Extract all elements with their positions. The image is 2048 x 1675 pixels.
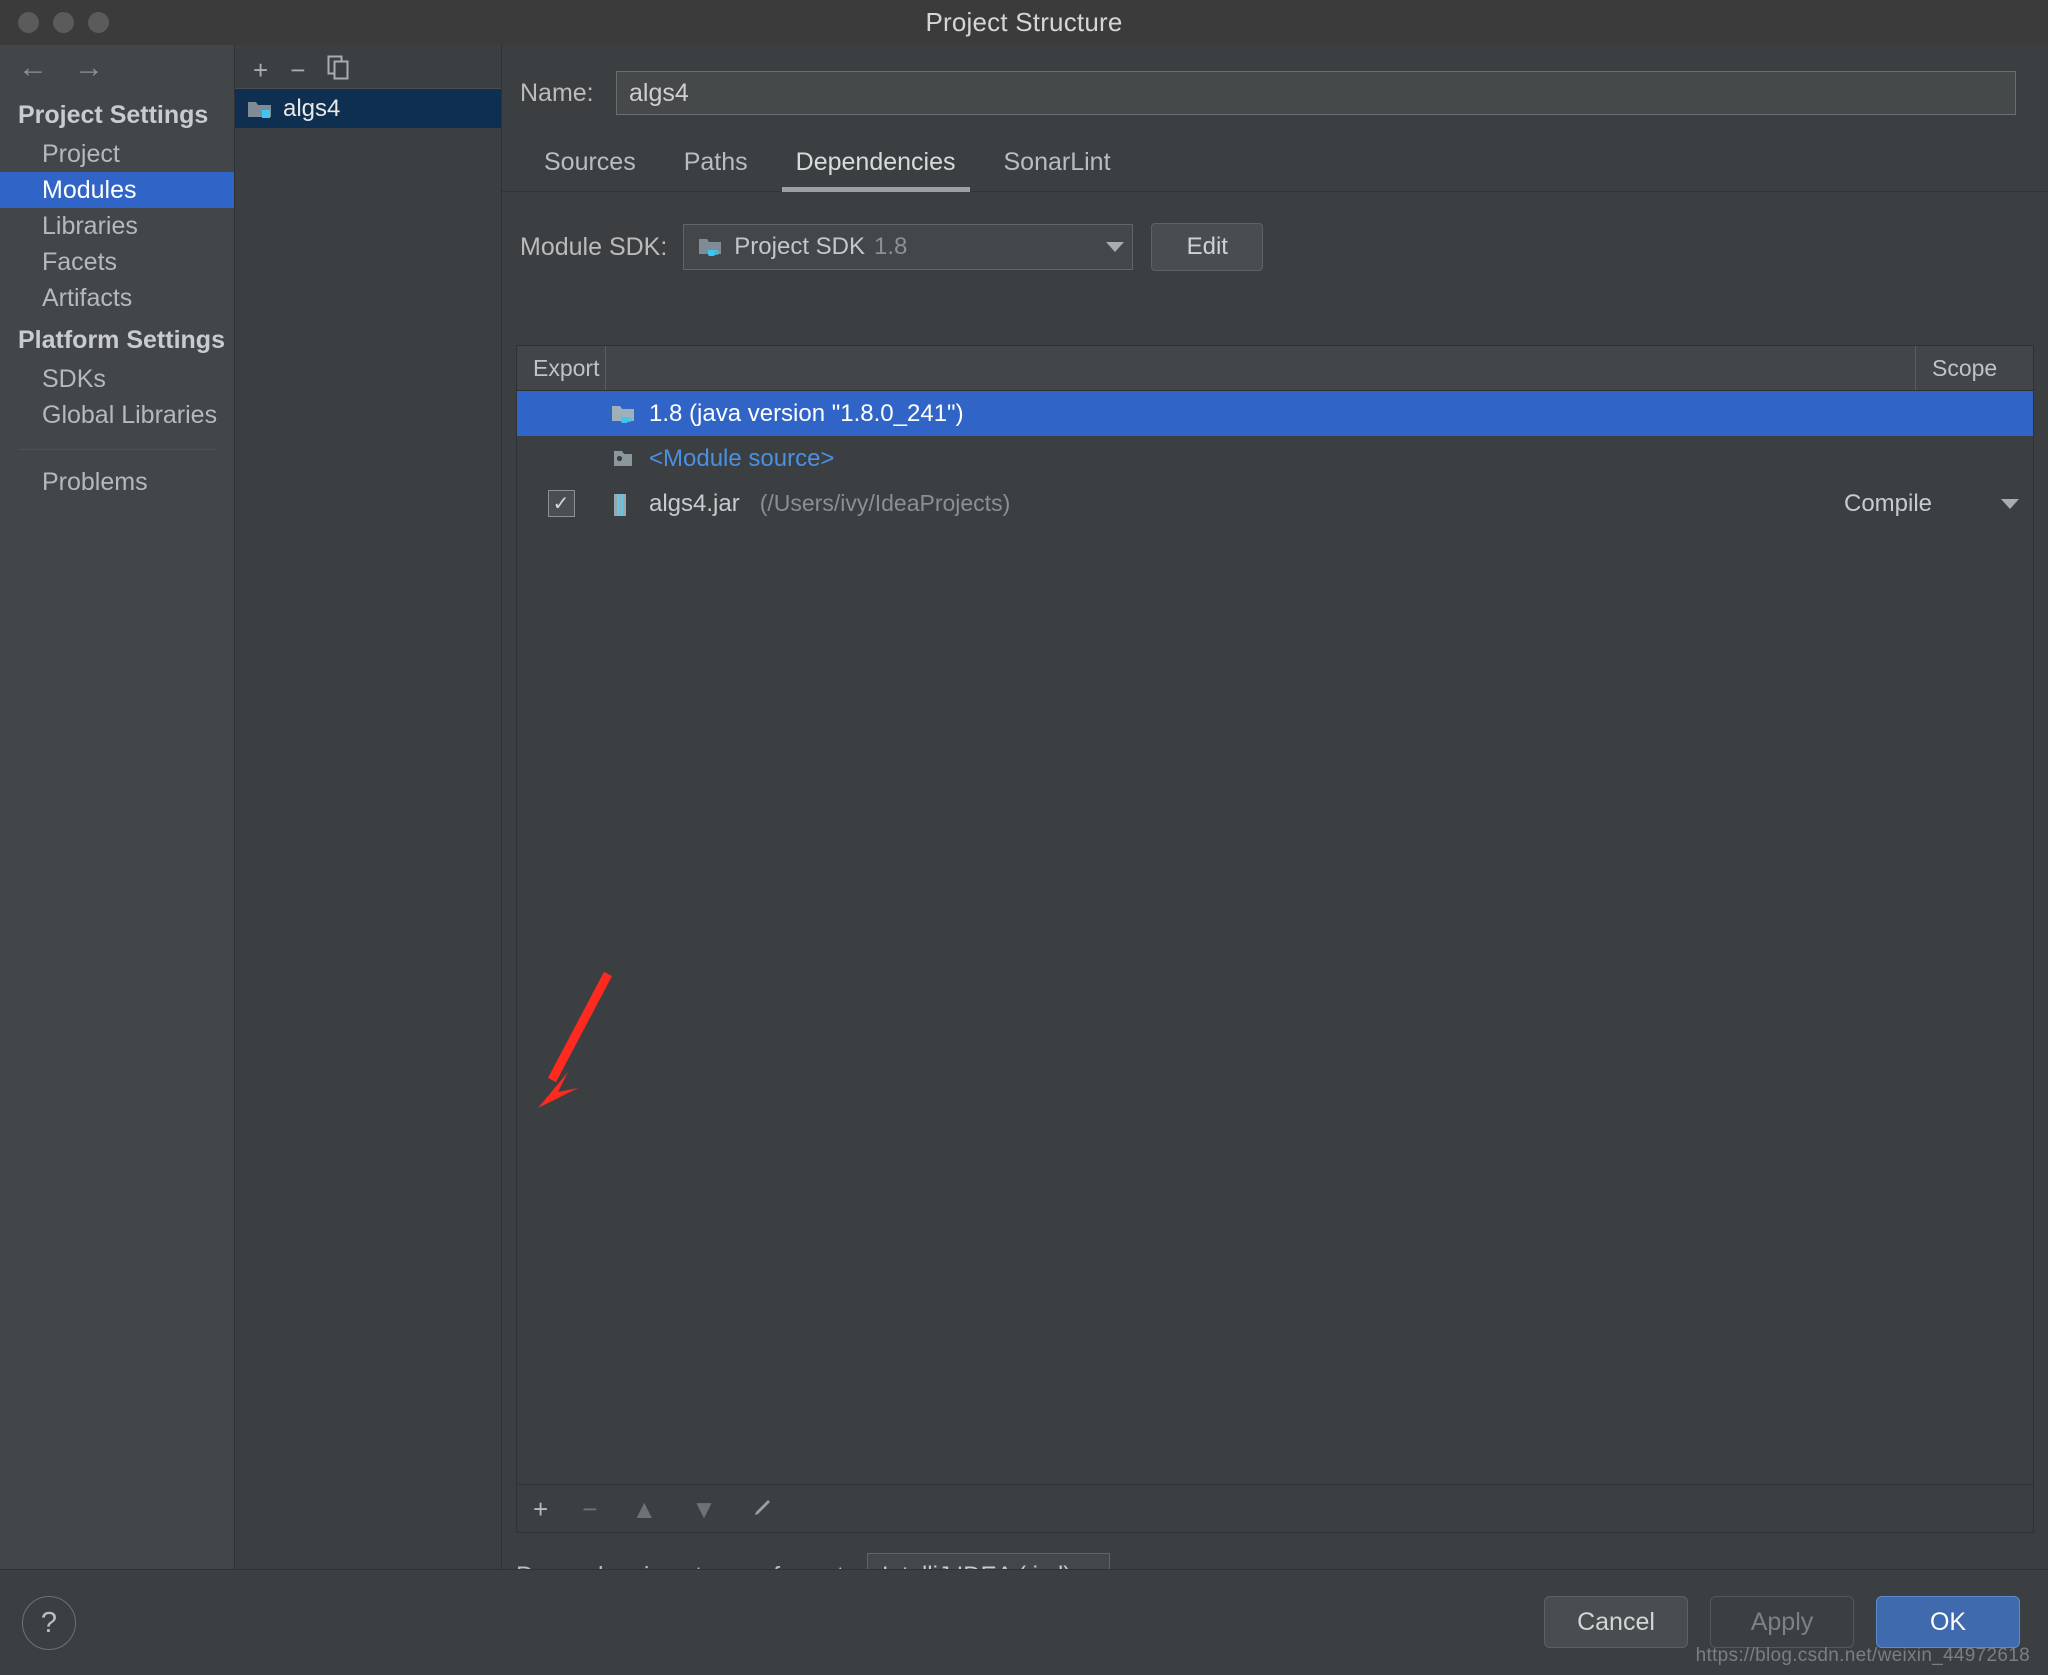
scope-cell[interactable]: Compile bbox=[1844, 490, 2033, 518]
column-header-scope: Scope bbox=[1915, 346, 2033, 390]
modules-toolbar: + − bbox=[235, 45, 501, 89]
dialog-footer: ? Cancel Apply OK https://blog.csdn.net/… bbox=[0, 1569, 2048, 1675]
sidebar-item-global-libraries[interactable]: Global Libraries bbox=[0, 397, 234, 433]
jar-icon bbox=[611, 493, 637, 516]
cancel-button[interactable]: Cancel bbox=[1544, 1596, 1688, 1648]
dependency-name: algs4.jar bbox=[649, 489, 740, 517]
tab-sources[interactable]: Sources bbox=[520, 148, 660, 191]
sidebar-group-project-settings: Project Settings bbox=[18, 101, 209, 129]
column-header-name bbox=[605, 346, 1915, 390]
module-sdk-version: 1.8 bbox=[874, 233, 908, 260]
table-row[interactable]: 1.8 (java version "1.8.0_241") bbox=[517, 391, 2033, 436]
sidebar-group-platform-settings: Platform Settings bbox=[18, 326, 225, 354]
edit-pencil-icon[interactable] bbox=[751, 1495, 775, 1523]
name-label: Name: bbox=[520, 78, 594, 107]
column-header-export: Export bbox=[533, 354, 600, 381]
apply-button[interactable]: Apply bbox=[1710, 1596, 1854, 1648]
module-editor-panel: Name: algs4 Sources Paths Dependencies S… bbox=[502, 45, 2048, 1599]
title-bar: Project Structure bbox=[0, 0, 2048, 46]
add-dependency-icon[interactable]: + bbox=[533, 1496, 548, 1522]
table-row[interactable]: <Module source> bbox=[517, 436, 2033, 481]
zoom-button[interactable] bbox=[88, 12, 109, 33]
copy-module-icon[interactable] bbox=[327, 55, 351, 85]
edit-sdk-button[interactable]: Edit bbox=[1151, 223, 1264, 271]
export-cell[interactable]: ✓ bbox=[517, 490, 605, 517]
dependencies-table: Export Scope 1.8 (java version "1.8.0_24… bbox=[516, 345, 2034, 1485]
settings-sidebar: ← → Project Settings Project Modules Lib… bbox=[0, 45, 235, 1569]
sidebar-item-modules[interactable]: Modules bbox=[0, 172, 234, 208]
tab-dependencies[interactable]: Dependencies bbox=[772, 148, 980, 192]
dialog-buttons: Cancel Apply OK bbox=[1544, 1596, 2020, 1648]
module-sdk-select[interactable]: Project SDK 1.8 bbox=[683, 224, 1134, 270]
sidebar-item-artifacts[interactable]: Artifacts bbox=[0, 280, 234, 316]
move-up-icon[interactable]: ▲ bbox=[631, 1496, 657, 1522]
remove-dependency-icon[interactable]: − bbox=[582, 1496, 597, 1522]
dependency-name: 1.8 (java version "1.8.0_241") bbox=[649, 399, 964, 427]
table-row[interactable]: ✓ algs4.jar (/Users/ivy/IdeaProjects) Co… bbox=[517, 481, 2033, 526]
export-checkbox[interactable]: ✓ bbox=[547, 490, 575, 517]
module-folder-icon bbox=[247, 98, 273, 120]
sidebar-item-problems[interactable]: Problems bbox=[0, 464, 234, 500]
scope-value: Compile bbox=[1844, 489, 1933, 517]
forward-arrow-icon[interactable]: → bbox=[74, 53, 104, 83]
ok-button[interactable]: OK bbox=[1876, 1596, 2020, 1648]
dependency-name-cell: <Module source> bbox=[605, 445, 1844, 473]
tab-sonarlint[interactable]: SonarLint bbox=[980, 148, 1135, 191]
table-header: Export Scope bbox=[517, 346, 2033, 391]
remove-module-icon[interactable]: − bbox=[290, 57, 305, 83]
help-button[interactable]: ? bbox=[22, 1596, 76, 1650]
close-button[interactable] bbox=[18, 12, 39, 33]
move-down-icon[interactable]: ▼ bbox=[691, 1496, 717, 1522]
sidebar-divider bbox=[18, 449, 216, 450]
window-controls bbox=[18, 0, 109, 45]
sidebar-item-facets[interactable]: Facets bbox=[0, 244, 234, 280]
module-sdk-row: Module SDK: Project SDK 1.8 Edit bbox=[502, 220, 2048, 274]
window-title: Project Structure bbox=[925, 7, 1123, 37]
jdk-folder-icon bbox=[698, 236, 724, 258]
module-sdk-value: Project SDK bbox=[734, 233, 866, 260]
dependencies-toolbar: + − ▲ ▼ bbox=[516, 1485, 2034, 1533]
modules-list: algs4 bbox=[235, 89, 501, 128]
module-name: algs4 bbox=[283, 94, 341, 122]
dependency-name: <Module source> bbox=[649, 444, 835, 472]
list-item[interactable]: algs4 bbox=[235, 89, 501, 128]
jdk-folder-icon bbox=[611, 403, 637, 425]
module-name-row: Name: algs4 bbox=[502, 45, 2048, 121]
project-structure-window: Project Structure ← → Project Settings P… bbox=[0, 0, 2048, 1675]
back-arrow-icon[interactable]: ← bbox=[18, 53, 48, 83]
module-tabs: Sources Paths Dependencies SonarLint bbox=[502, 135, 2048, 192]
sidebar-navigation: ← → bbox=[0, 45, 234, 91]
sidebar-item-libraries[interactable]: Libraries bbox=[0, 208, 234, 244]
tab-paths[interactable]: Paths bbox=[660, 148, 772, 191]
sidebar-item-project[interactable]: Project bbox=[0, 136, 234, 172]
chevron-down-icon[interactable] bbox=[2001, 498, 2019, 509]
add-module-icon[interactable]: + bbox=[253, 57, 268, 83]
module-source-icon bbox=[611, 448, 637, 470]
minimize-button[interactable] bbox=[53, 12, 74, 33]
sidebar-item-sdks[interactable]: SDKs bbox=[0, 361, 234, 397]
dependency-name-cell: algs4.jar (/Users/ivy/IdeaProjects) bbox=[605, 490, 1844, 518]
module-name-input[interactable]: algs4 bbox=[616, 71, 2016, 115]
dependency-name-cell: 1.8 (java version "1.8.0_241") bbox=[605, 400, 1844, 428]
chevron-down-icon[interactable] bbox=[1106, 242, 1125, 252]
module-sdk-label: Module SDK: bbox=[520, 232, 668, 261]
watermark: https://blog.csdn.net/weixin_44972618 bbox=[1695, 1645, 2030, 1666]
modules-panel: + − algs4 bbox=[235, 45, 502, 1569]
dependency-path: (/Users/ivy/IdeaProjects) bbox=[759, 490, 1011, 516]
